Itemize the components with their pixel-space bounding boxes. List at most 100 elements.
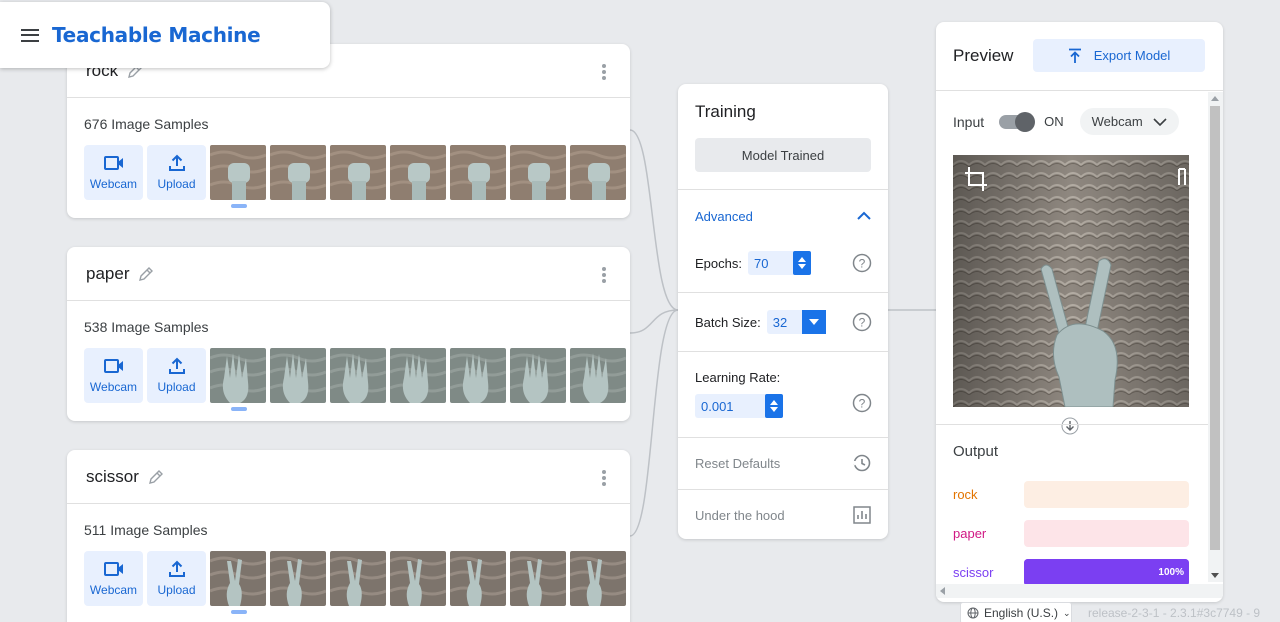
sample-thumbnail[interactable] (510, 144, 566, 200)
output-label: rock (953, 487, 978, 502)
webcam-label: Webcam (89, 177, 138, 191)
chevron-down-icon: ⌄ (1063, 607, 1071, 618)
output-row-rock: rock (953, 481, 1189, 508)
export-model-label: Export Model (1093, 48, 1171, 63)
sample-thumbnail[interactable] (390, 144, 446, 200)
upload-icon (1068, 48, 1081, 63)
class-name[interactable]: scissor (86, 467, 139, 487)
sample-thumbnail[interactable] (570, 347, 626, 403)
pencil-icon[interactable] (147, 468, 165, 486)
export-model-button[interactable]: Export Model (1033, 39, 1205, 72)
upload-button[interactable]: Upload (147, 550, 206, 606)
sample-count: 676 Image Samples (84, 116, 209, 132)
output-row-scissor: scissor 100% (953, 559, 1189, 586)
camera-select[interactable]: Webcam (1079, 108, 1179, 135)
sample-thumbnail[interactable] (270, 550, 326, 606)
more-options-icon[interactable] (602, 64, 606, 80)
sample-row: Webcam Upload (67, 144, 630, 200)
video-camera-icon (103, 156, 123, 170)
learning-rate-stepper[interactable] (765, 394, 783, 418)
help-icon[interactable]: ? (852, 393, 872, 413)
video-camera-icon (103, 359, 123, 373)
advanced-label: Advanced (695, 208, 753, 224)
sample-thumbnail[interactable] (210, 347, 266, 403)
sample-thumbnail[interactable] (570, 550, 626, 606)
sample-thumbnail[interactable] (390, 550, 446, 606)
epochs-row: Epochs: 70 ? (678, 242, 888, 284)
reset-defaults-label: Reset Defaults (695, 456, 781, 471)
upload-label: Upload (157, 583, 196, 597)
sample-thumbnail[interactable] (450, 144, 506, 200)
arrow-down-icon[interactable] (1061, 417, 1079, 435)
class-card-0: rock 676 Image Samples Webcam Upload (67, 44, 630, 218)
input-toggle[interactable] (999, 111, 1036, 132)
toggle-state-label: ON (1044, 114, 1064, 129)
svg-text:?: ? (859, 316, 866, 330)
sample-thumbnail[interactable] (450, 347, 506, 403)
samples-scroll-indicator[interactable] (231, 204, 247, 208)
under-the-hood-button[interactable]: Under the hood (678, 490, 888, 539)
reset-defaults-button[interactable]: Reset Defaults (678, 438, 888, 489)
help-icon[interactable]: ? (852, 253, 872, 273)
samples-scroll-indicator[interactable] (231, 407, 247, 411)
webcam-button[interactable]: Webcam (84, 144, 143, 200)
sample-thumbnail[interactable] (210, 144, 266, 200)
more-options-icon[interactable] (602, 470, 606, 486)
confidence-percent: 100% (1158, 567, 1184, 578)
sample-row: Webcam Upload (67, 550, 630, 606)
language-value: English (U.S.) (984, 606, 1059, 620)
sample-thumbnail[interactable] (330, 550, 386, 606)
sample-thumbnail[interactable] (570, 144, 626, 200)
svg-text:?: ? (859, 397, 866, 411)
training-title: Training (695, 102, 756, 121)
batch-size-row: Batch Size: 32 ? (678, 293, 888, 351)
app-title[interactable]: Teachable Machine (52, 23, 261, 47)
vertical-scrollbar[interactable] (1208, 92, 1223, 582)
learning-rate-input[interactable]: 0.001 (695, 394, 783, 418)
advanced-toggle[interactable]: Advanced (678, 190, 888, 242)
sample-row: Webcam Upload (67, 347, 630, 403)
sample-count: 538 Image Samples (84, 319, 209, 335)
more-options-icon[interactable] (602, 267, 606, 283)
pencil-icon[interactable] (137, 265, 155, 283)
epochs-stepper[interactable] (792, 251, 811, 275)
hamburger-menu-icon[interactable] (21, 28, 39, 42)
sample-thumbnail[interactable] (330, 347, 386, 403)
help-icon[interactable]: ? (852, 312, 872, 332)
class-card-1: paper 538 Image Samples Webcam Upload (67, 247, 630, 421)
learning-rate-label: Learning Rate: (695, 370, 781, 385)
preview-title: Preview (953, 46, 1014, 65)
model-trained-button[interactable]: Model Trained (695, 138, 871, 172)
batch-size-select[interactable]: 32 (766, 310, 826, 334)
sample-thumbnail[interactable] (450, 550, 506, 606)
chevron-up-icon (857, 211, 871, 220)
class-card-header: scissor (67, 450, 630, 504)
sample-thumbnail[interactable] (510, 550, 566, 606)
horizontal-scrollbar[interactable] (936, 584, 1223, 598)
class-card-2: scissor 511 Image Samples Webcam Upload (67, 450, 630, 622)
history-icon (852, 454, 871, 472)
sample-thumbnail[interactable] (210, 550, 266, 606)
sample-thumbnail[interactable] (330, 144, 386, 200)
class-name[interactable]: paper (86, 264, 129, 284)
batch-size-label: Batch Size: (695, 314, 761, 330)
sample-thumbnail[interactable] (270, 347, 326, 403)
webcam-button[interactable]: Webcam (84, 550, 143, 606)
output-title: Output (953, 443, 999, 460)
svg-text:?: ? (859, 257, 866, 271)
epochs-input[interactable]: 70 (747, 251, 811, 275)
input-row: Input ON Webcam (953, 108, 1179, 135)
language-select[interactable]: English (U.S.) ⌄ (960, 602, 1072, 622)
input-label: Input (953, 113, 985, 130)
release-version: release-2-3-1 - 2.3.1#3c7749 - 9 (1088, 606, 1261, 620)
sample-thumbnail[interactable] (270, 144, 326, 200)
chevron-down-icon[interactable] (801, 310, 826, 334)
upload-icon (168, 154, 185, 171)
sample-thumbnail[interactable] (510, 347, 566, 403)
upload-label: Upload (157, 380, 196, 394)
webcam-button[interactable]: Webcam (84, 347, 143, 403)
upload-button[interactable]: Upload (147, 144, 206, 200)
samples-scroll-indicator[interactable] (231, 610, 247, 614)
sample-thumbnail[interactable] (390, 347, 446, 403)
upload-button[interactable]: Upload (147, 347, 206, 403)
